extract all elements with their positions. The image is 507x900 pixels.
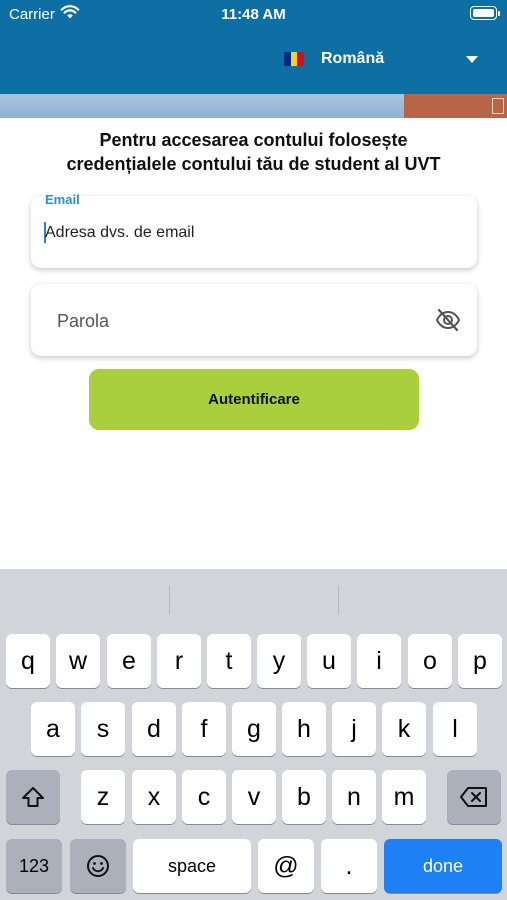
shift-icon[interactable] [6,770,60,824]
suggestion-separator [338,586,339,614]
key-g[interactable]: g [232,702,276,756]
key-i[interactable]: i [357,634,401,688]
key-n[interactable]: n [332,770,376,824]
login-button[interactable]: Autentificare [89,369,419,430]
backspace-icon[interactable] [447,770,501,824]
status-time: 11:48 AM [221,6,286,23]
header-banner-image [0,94,507,118]
building-image [404,94,507,118]
header-bar: Carrier 11:48 AM Română [0,0,507,94]
romania-flag-icon [284,52,305,66]
language-label: Română [321,50,385,67]
key-w[interactable]: w [56,634,100,688]
key-s[interactable]: s [81,702,125,756]
login-button-label: Autentificare [208,391,300,408]
key-z[interactable]: z [81,770,125,824]
at-key[interactable]: @ [258,839,314,893]
email-field[interactable]: Email Adresa dvs. de email [31,192,477,268]
space-key[interactable]: space [133,839,251,893]
key-t[interactable]: t [207,634,251,688]
done-key[interactable]: done [384,839,502,893]
key-e[interactable]: e [107,634,151,688]
email-label: Email [45,192,80,207]
shift-glyph [22,787,44,807]
password-field[interactable]: Parola [31,284,477,356]
key-y[interactable]: y [257,634,301,688]
battery-icon [470,6,500,20]
intro-text: Pentru accesarea contului folosește cred… [20,128,487,176]
key-x[interactable]: x [132,770,176,824]
key-d[interactable]: d [132,702,176,756]
email-placeholder: Adresa dvs. de email [45,224,195,241]
key-u[interactable]: u [307,634,351,688]
numbers-key[interactable]: 123 [6,839,62,893]
emoji-icon[interactable] [70,839,126,893]
key-r[interactable]: r [157,634,201,688]
password-placeholder: Parola [57,311,110,331]
dot-key[interactable]: . [321,839,377,893]
key-k[interactable]: k [382,702,426,756]
emoji-glyph [87,855,109,877]
key-h[interactable]: h [282,702,326,756]
app-screen: Carrier 11:48 AM Română Pentru accesarea… [0,0,507,900]
suggestion-bar [0,569,507,629]
key-a[interactable]: a [31,702,75,756]
key-q[interactable]: q [6,634,50,688]
key-c[interactable]: c [182,770,226,824]
intro-line-1: Pentru accesarea contului folosește [99,130,408,150]
intro-line-2: credențialele contului tău de student al… [66,154,441,174]
status-bar: Carrier 11:48 AM [0,0,507,28]
caret-down-icon[interactable] [466,56,478,63]
key-v[interactable]: v [232,770,276,824]
eye-off-icon[interactable] [435,308,461,332]
keyboard: q w e r t y u i o p a s d f g h j k l z … [0,569,507,900]
key-p[interactable]: p [458,634,502,688]
key-f[interactable]: f [182,702,226,756]
backspace-glyph [460,787,487,807]
key-o[interactable]: o [408,634,452,688]
suggestion-separator [169,586,170,614]
key-l[interactable]: l [433,702,477,756]
language-selector[interactable]: Română [284,50,384,68]
key-m[interactable]: m [382,770,426,824]
key-j[interactable]: j [332,702,376,756]
key-b[interactable]: b [282,770,326,824]
